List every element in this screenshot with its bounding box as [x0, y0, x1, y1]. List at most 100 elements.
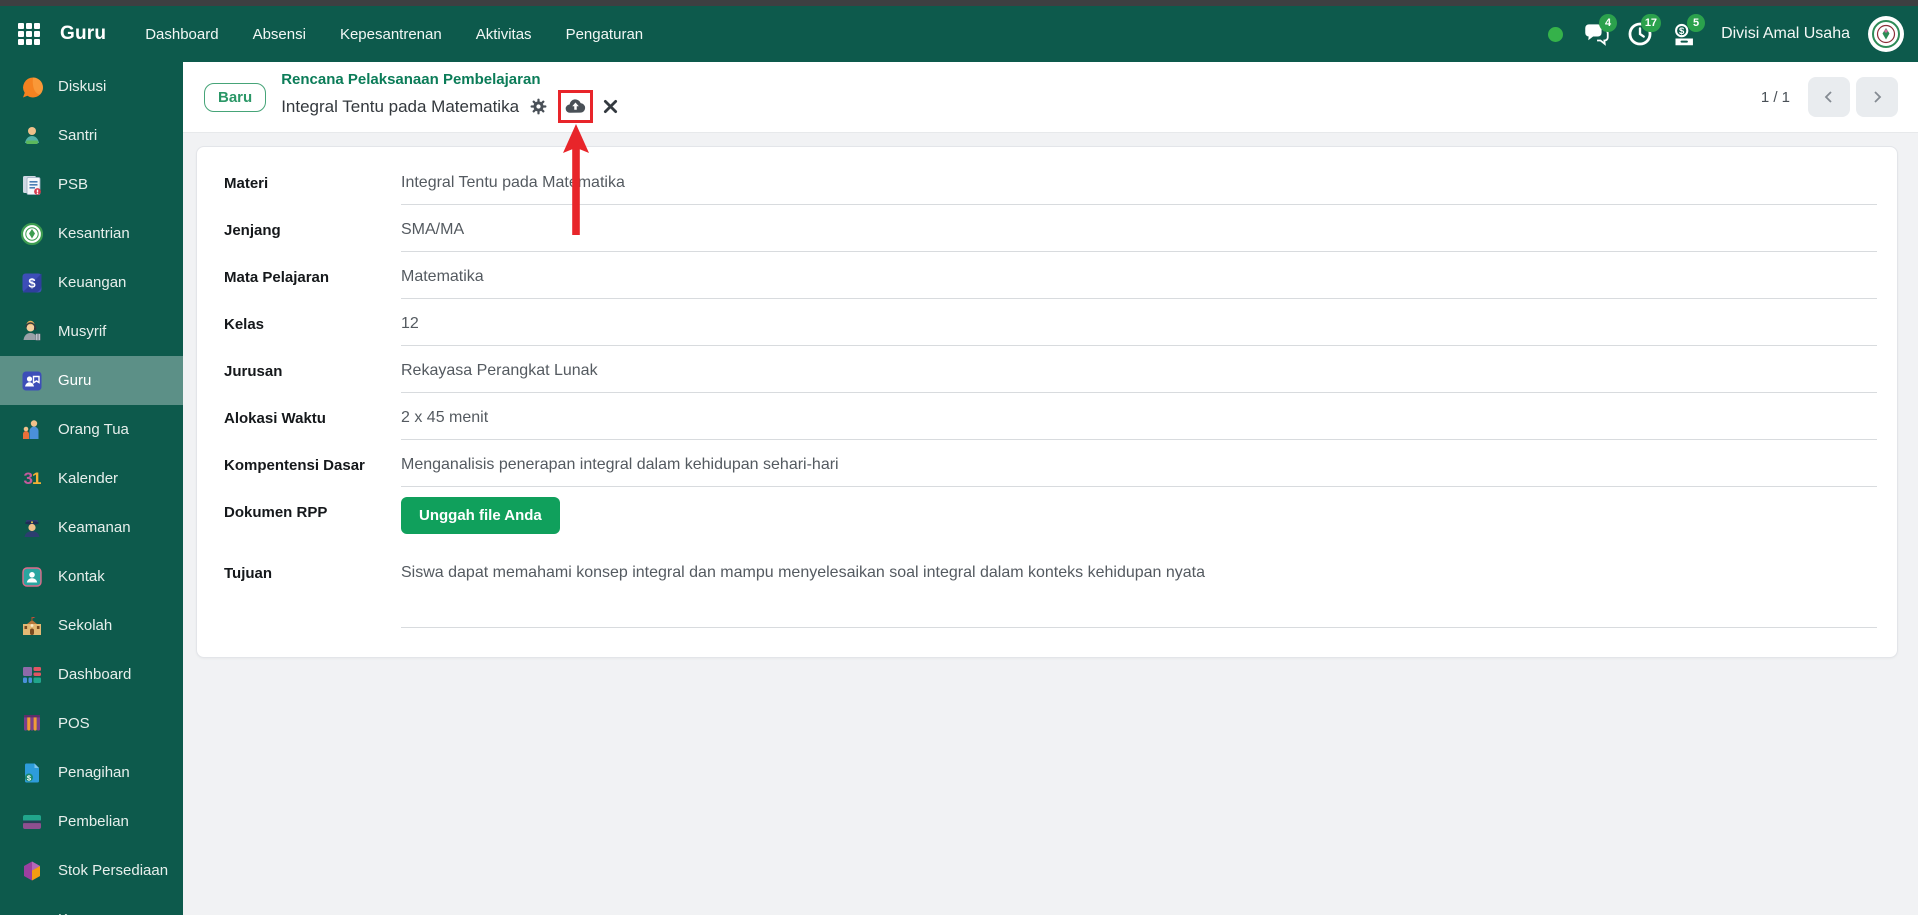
sidebar-item-pos[interactable]: POS	[0, 699, 183, 748]
field-row-kelas: Kelas 12	[224, 309, 1877, 346]
sidebar-item-pembelian[interactable]: Pembelian	[0, 797, 183, 846]
apps-grid-icon[interactable]	[12, 17, 46, 51]
jurusan-input[interactable]: Rekayasa Perangkat Lunak	[401, 356, 1877, 393]
sidebar-item-orang-tua[interactable]: Orang Tua	[0, 405, 183, 454]
sidebar-item-santri[interactable]: Santri	[0, 111, 183, 160]
record-title: Integral Tentu pada Matematika	[281, 96, 519, 117]
top-navbar: Guru Dashboard Absensi Kepesantrenan Akt…	[0, 6, 1918, 62]
orang-tua-icon	[19, 417, 45, 443]
dashboard-icon	[19, 662, 45, 688]
cash-collect-icon[interactable]: $ 5	[1667, 17, 1701, 51]
save-highlight-box	[558, 90, 593, 123]
kalender-icon: 31	[19, 466, 45, 492]
keuangan-icon: $	[19, 270, 45, 296]
kompentensi-dasar-input[interactable]: Menganalisis penerapan integral dalam ke…	[401, 450, 1877, 487]
cash-badge: 5	[1687, 14, 1705, 32]
field-row-alokasi-waktu: Alokasi Waktu 2 x 45 menit	[224, 403, 1877, 440]
sidebar-item-kesantrian[interactable]: Kesantrian	[0, 209, 183, 258]
sidebar-item-stok-persediaan[interactable]: Stok Persediaan	[0, 846, 183, 895]
form-card: Materi Integral Tentu pada Matematika Je…	[196, 146, 1898, 658]
user-menu[interactable]: Divisi Amal Usaha	[1721, 25, 1850, 43]
breadcrumb: Rencana Pelaksanaan Pembelajaran Integra…	[281, 71, 618, 123]
jenjang-input[interactable]: SMA/MA	[401, 215, 1877, 252]
field-row-kompentensi-dasar: Kompentensi Dasar Menganalisis penerapan…	[224, 450, 1877, 487]
kelas-input[interactable]: 12	[401, 309, 1877, 346]
svg-text:$: $	[28, 275, 36, 290]
pager-next-button[interactable]	[1856, 77, 1898, 117]
guru-icon	[19, 368, 45, 394]
pager-value: 1 / 1	[1761, 89, 1790, 106]
control-panel: Baru Rencana Pelaksanaan Pembelajaran In…	[183, 62, 1918, 133]
field-label: Jurusan	[224, 356, 401, 380]
nav-item-dashboard[interactable]: Dashboard	[132, 18, 231, 51]
diskusi-icon	[19, 74, 45, 100]
sidebar-item-diskusi[interactable]: Diskusi	[0, 62, 183, 111]
close-icon[interactable]	[603, 99, 618, 114]
field-row-materi: Materi Integral Tentu pada Matematika	[224, 168, 1877, 205]
musyrif-icon	[19, 319, 45, 345]
field-row-tujuan: Tujuan Siswa dapat memahami konsep integ…	[224, 558, 1877, 628]
field-label: Tujuan	[224, 558, 401, 582]
field-label: Alokasi Waktu	[224, 403, 401, 427]
sidebar-item-guru[interactable]: Guru	[0, 356, 183, 405]
nav-item-absensi[interactable]: Absensi	[240, 18, 319, 51]
upload-file-button[interactable]: Unggah file Anda	[401, 497, 560, 534]
field-row-jenjang: Jenjang SMA/MA	[224, 215, 1877, 252]
sidebar-item-karyawan[interactable]: Karyawan	[0, 895, 183, 915]
sekolah-icon	[19, 613, 45, 639]
nav-item-kepesantrenan[interactable]: Kepesantrenan	[327, 18, 455, 51]
nav-item-pengaturan[interactable]: Pengaturan	[553, 18, 657, 51]
materi-input[interactable]: Integral Tentu pada Matematika	[401, 168, 1877, 205]
field-row-mata-pelajaran: Mata Pelajaran Matematika	[224, 262, 1877, 299]
sidebar-item-kalender[interactable]: 31 Kalender	[0, 454, 183, 503]
nav-item-aktivitas[interactable]: Aktivitas	[463, 18, 545, 51]
app-title[interactable]: Guru	[60, 23, 106, 45]
sidebar-item-keuangan[interactable]: $ Keuangan	[0, 258, 183, 307]
online-status-dot	[1548, 27, 1563, 42]
field-label: Kompentensi Dasar	[224, 450, 401, 474]
sidebar-item-psb[interactable]: PSB	[0, 160, 183, 209]
sidebar-item-kontak[interactable]: Kontak	[0, 552, 183, 601]
pos-icon	[19, 711, 45, 737]
karyawan-icon	[19, 907, 45, 915]
messages-badge: 4	[1599, 14, 1617, 32]
sidebar-item-dashboard[interactable]: Dashboard	[0, 650, 183, 699]
messages-icon[interactable]: 4	[1579, 17, 1613, 51]
avatar[interactable]	[1868, 16, 1904, 52]
kontak-icon	[19, 564, 45, 590]
form-view: Materi Integral Tentu pada Matematika Je…	[183, 133, 1918, 915]
tujuan-textarea[interactable]: Siswa dapat memahami konsep integral dan…	[401, 558, 1877, 628]
field-label: Materi	[224, 168, 401, 192]
field-label: Jenjang	[224, 215, 401, 239]
sidebar-item-penagihan[interactable]: $ Penagihan	[0, 748, 183, 797]
activities-badge: 17	[1641, 14, 1661, 32]
sidebar-item-musyrif[interactable]: Musyrif	[0, 307, 183, 356]
psb-icon	[19, 172, 45, 198]
keamanan-icon	[19, 515, 45, 541]
alokasi-waktu-input[interactable]: 2 x 45 menit	[401, 403, 1877, 440]
pembelian-icon	[19, 809, 45, 835]
field-label: Mata Pelajaran	[224, 262, 401, 286]
sidebar: Diskusi Santri PSB Kesantrian $ Keuangan…	[0, 62, 183, 915]
activities-clock-icon[interactable]: 17	[1623, 17, 1657, 51]
cloud-save-icon[interactable]	[564, 95, 587, 118]
penagihan-icon: $	[19, 760, 45, 786]
status-badge: Baru	[204, 83, 266, 112]
main-area: Baru Rencana Pelaksanaan Pembelajaran In…	[183, 62, 1918, 915]
sidebar-item-sekolah[interactable]: Sekolah	[0, 601, 183, 650]
app-window: Guru Dashboard Absensi Kepesantrenan Akt…	[0, 0, 1918, 915]
santri-icon	[19, 123, 45, 149]
field-label: Kelas	[224, 309, 401, 333]
pager-previous-button[interactable]	[1808, 77, 1850, 117]
field-row-dokumen-rpp: Dokumen RPP Unggah file Anda	[224, 497, 1877, 545]
field-label: Dokumen RPP	[224, 497, 401, 521]
kesantrian-icon	[19, 221, 45, 247]
stok-persediaan-icon	[19, 858, 45, 884]
svg-text:$: $	[1679, 25, 1685, 36]
mata-pelajaran-input[interactable]: Matematika	[401, 262, 1877, 299]
sidebar-item-keamanan[interactable]: Keamanan	[0, 503, 183, 552]
gear-icon[interactable]	[529, 97, 548, 116]
navbar-menu: Dashboard Absensi Kepesantrenan Aktivita…	[132, 18, 656, 51]
field-row-jurusan: Jurusan Rekayasa Perangkat Lunak	[224, 356, 1877, 393]
breadcrumb-parent-link[interactable]: Rencana Pelaksanaan Pembelajaran	[281, 71, 618, 90]
